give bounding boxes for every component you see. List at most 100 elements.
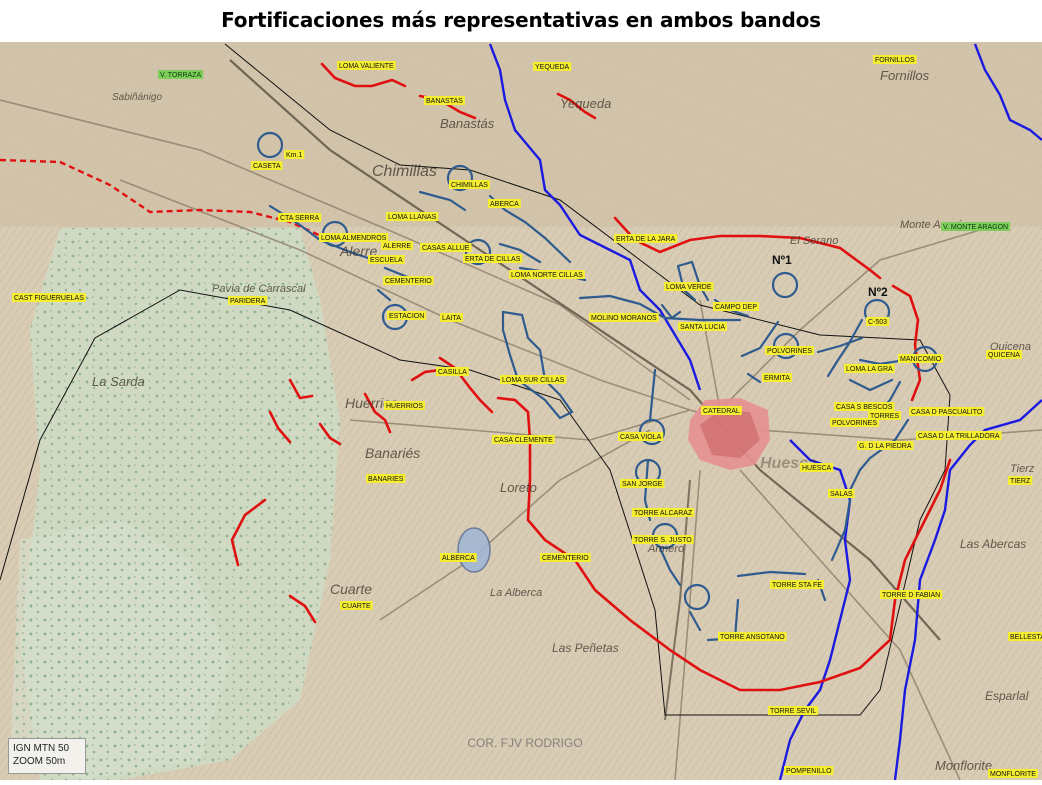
- map-label-text: TORRE S. JUSTO: [634, 537, 692, 544]
- map-label-text: CASETA: [253, 163, 281, 170]
- map-label-text: TORRE ANSOTANO: [720, 634, 785, 641]
- map-label-text: CHIMILLAS: [451, 182, 488, 189]
- map-label: TORRE SEVIL: [768, 706, 819, 715]
- map-label-text: LOMA NORTE CILLAS: [511, 272, 583, 279]
- map-label: V. TORRAZA: [158, 70, 204, 79]
- map-label: PARIDERA: [228, 296, 268, 305]
- map-label: LOMA VALIENTE: [337, 61, 396, 70]
- map-label-text: CASA D LA TRILLADORA: [918, 433, 1000, 440]
- map-label-text: TORRE SEVIL: [770, 708, 816, 715]
- map-label-text: LOMA LA GRA: [846, 366, 893, 373]
- map-label-text: LAITA: [442, 315, 461, 322]
- place-pavia-carrascal: Pavía de Carrascal: [212, 283, 306, 295]
- map-label-text: SALAS: [830, 491, 853, 498]
- map-label: CASA CLEMENTE: [492, 435, 555, 444]
- place-cuarte: Cuarte: [330, 581, 372, 597]
- map-label-text: ALERRE: [383, 243, 411, 250]
- sector-2-label: Nº2: [868, 285, 888, 299]
- map-label: FORNILLOS: [873, 55, 917, 64]
- map-label: G. D LA PIEDRA: [857, 441, 914, 450]
- place-armero: Armero: [647, 543, 684, 555]
- map-label: CASA D PASCUALITO: [909, 407, 985, 416]
- map-label-text: BANASTAS: [426, 98, 463, 105]
- map-label-text: BELLESTAR: [1010, 634, 1042, 641]
- map-label-text: TIERZ: [1010, 478, 1031, 485]
- map-label-text: CATEDRAL: [703, 408, 740, 415]
- map-label: CASA S BESCOS: [834, 402, 895, 411]
- scale-box: IGN MTN 50 ZOOM 50m: [8, 738, 86, 774]
- map-label: LOMA NORTE CILLAS: [509, 270, 585, 279]
- map-label-text: POMPENILLO: [786, 768, 832, 775]
- map-label-text: CASILLA: [438, 369, 467, 376]
- map-label-text: SANTA LUCIA: [680, 324, 725, 331]
- map-label: Km.1: [284, 150, 305, 159]
- map-label: TORRE ALCARAZ: [632, 508, 695, 517]
- map-label: ERTA DE CILLAS: [463, 254, 523, 263]
- map-label: ERMITA: [762, 373, 792, 382]
- place-esparlal: Esparlal: [985, 689, 1029, 703]
- map-label: ERTA DE LA JARA: [614, 234, 678, 243]
- map-label-text: QUICENA: [988, 352, 1020, 359]
- map-label-text: HUESCA: [802, 465, 832, 472]
- map-label-text: ESTACION: [389, 313, 424, 320]
- map-label-text: G. D LA PIEDRA: [859, 443, 912, 450]
- map-label-text: CAST FIGUERUELAS: [14, 295, 84, 302]
- place-monflorite: Monflorite: [935, 758, 992, 773]
- map-label: QUICENA: [986, 350, 1022, 359]
- map-label-text: CUARTE: [342, 603, 371, 610]
- place-sabinanigo: Sabiñánigo: [112, 92, 162, 103]
- map-label-text: V. TORRAZA: [160, 72, 201, 79]
- place-banaries: Banariés: [365, 445, 420, 461]
- map-label: YEQUEDA: [533, 62, 572, 71]
- map-label: CEMENTERIO: [383, 276, 434, 285]
- map-credit: COR. FJV RODRIGO: [467, 736, 583, 750]
- map-label: CASETA: [251, 161, 283, 170]
- map-label-text: ERTA DE LA JARA: [616, 236, 676, 243]
- map-label: BELLESTAR: [1008, 632, 1042, 641]
- map-label-text: PARIDERA: [230, 298, 266, 305]
- map-label: ESCUELA: [368, 255, 405, 264]
- place-tierz: Tierz: [1010, 463, 1035, 475]
- map-label-text: CASA VIOLA: [620, 434, 662, 441]
- place-las-penetas: Las Peñetas: [552, 641, 619, 655]
- map-label-text: CASA D PASCUALITO: [911, 409, 983, 416]
- map-label: ALERRE: [381, 241, 414, 250]
- map-label-text: TORRE STA FE: [772, 582, 822, 589]
- map-label: HUESCA: [800, 463, 834, 472]
- map-svg: Chimillas Alerre Banastás Yequeda Fornil…: [0, 42, 1042, 781]
- map-label-text: C-503: [868, 319, 887, 326]
- map-label: TIERZ: [1008, 476, 1033, 485]
- map-label: LOMA ALMENDROS: [319, 233, 389, 242]
- map-label-text: CEMENTERIO: [542, 555, 589, 562]
- map-label-text: SAN JORGE: [622, 481, 663, 488]
- map-label: CHIMILLAS: [449, 180, 490, 189]
- map-label-text: TORRE D FABIAN: [882, 592, 940, 599]
- map-label-text: ALBERCA: [442, 555, 475, 562]
- map-label: CAMPO DEP: [713, 302, 760, 311]
- map-label-text: V. MONTE ARAGON: [943, 224, 1008, 231]
- map-label: CATEDRAL: [701, 406, 742, 415]
- map-label: TORRE D FABIAN: [880, 590, 943, 599]
- map-label-text: MANICOMIO: [900, 356, 942, 363]
- map-label-text: ERMITA: [764, 375, 790, 382]
- map-label-text: POLVORINES: [832, 420, 877, 427]
- place-el-serano: El Serano: [790, 235, 838, 247]
- map-label-text: Km.1: [286, 152, 302, 159]
- map-label: POLVORINES: [830, 418, 879, 427]
- map-label-text: ESCUELA: [370, 257, 403, 264]
- map-label: CAST FIGUERUELAS: [12, 293, 86, 302]
- map-label-text: CEMENTERIO: [385, 278, 432, 285]
- map-label: CTA SERRA: [278, 213, 322, 222]
- map-label-text: BANARIES: [368, 476, 404, 483]
- map-label-text: CAMPO DEP: [715, 304, 757, 311]
- map-label-text: TORRE ALCARAZ: [634, 510, 693, 517]
- map-label: LOMA LA GRA: [844, 364, 895, 373]
- map-label: TORRE STA FE: [770, 580, 824, 589]
- map-label: SAN JORGE: [620, 479, 665, 488]
- place-chimillas: Chimillas: [372, 163, 437, 180]
- map-label: SANTA LUCIA: [678, 322, 727, 331]
- map-label: MOLINO MORANOS: [589, 313, 659, 322]
- map-label-text: LOMA SUR CILLAS: [502, 377, 565, 384]
- map-label-text: POLVORINES: [767, 348, 812, 355]
- map-canvas[interactable]: Chimillas Alerre Banastás Yequeda Fornil…: [0, 42, 1042, 781]
